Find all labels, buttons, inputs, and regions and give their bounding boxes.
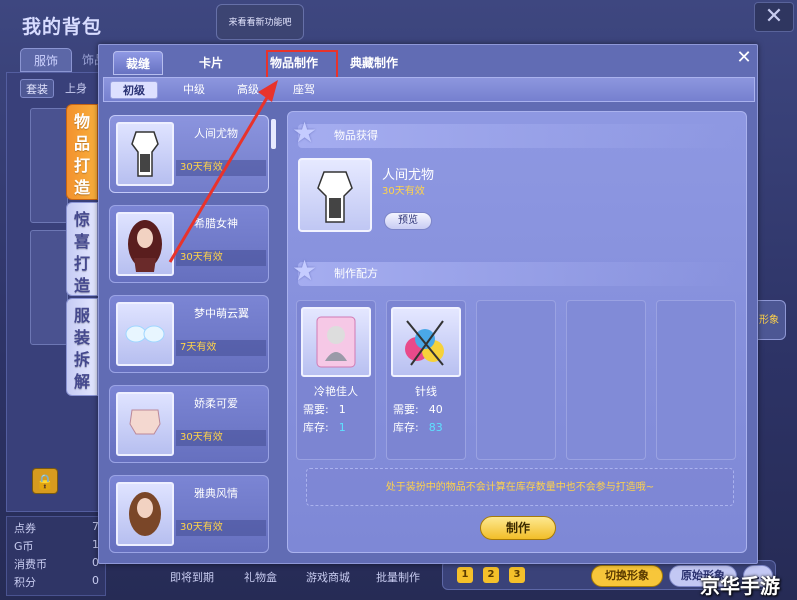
list-item[interactable]: 娇柔可爱 30天有效 (109, 385, 269, 463)
material-need: 需要: 1 (303, 401, 346, 417)
product-name: 人间尤物 (382, 168, 435, 183)
bottom-link-mall[interactable]: 游戏商城 (306, 569, 350, 585)
need-value: 40 (428, 403, 443, 416)
level-tab-mount[interactable]: 座驾 (280, 81, 328, 99)
item-thumbnail (116, 302, 174, 366)
item-name: 雅典风情 (194, 487, 238, 500)
list-item[interactable]: 梦中萌云翼 7天有效 (109, 295, 269, 373)
level-tab-advanced[interactable]: 高级 (224, 81, 272, 99)
list-item[interactable]: 希腊女神 30天有效 (109, 205, 269, 283)
item-name: 梦中萌云翼 (194, 307, 249, 320)
preview-button[interactable]: 预览 (384, 212, 432, 230)
recipe-list: 人间尤物 30天有效 希腊女神 30天有效 梦中萌云翼 7天有效 娇柔可爱 30… (107, 109, 275, 559)
item-validity: 30天有效 (176, 520, 266, 536)
item-validity: 30天有效 (176, 430, 266, 446)
list-scrollbar[interactable] (271, 119, 276, 149)
notice-text: 处于装扮中的物品不会计算在库存数量中也不会参与打造哦~ (306, 468, 734, 506)
list-item[interactable]: 雅典风情 30天有效 (109, 475, 269, 553)
bottom-link-batch-make[interactable]: 批量制作 (376, 569, 420, 585)
stat-label: G币 (14, 540, 34, 553)
tab-tailor[interactable]: 裁缝 (113, 51, 163, 75)
make-button[interactable]: 制作 (480, 516, 556, 540)
section-header-obtain: ★ 物品获得 (292, 118, 738, 148)
recipe-detail-panel: ★ 物品获得 人间尤物 30天有效 预览 ★ 制作配方 冷艳佳人 需要: 1 库存… (287, 111, 747, 553)
item-validity: 30天有效 (176, 250, 266, 266)
stat-label: 积分 (14, 576, 36, 589)
star-icon: ★ (292, 116, 318, 149)
bag-close-button[interactable]: ✕ (754, 2, 794, 32)
empty-material-slot (656, 300, 736, 460)
craft-tab-bar: 裁缝 卡片 物品制作 典藏制作 (105, 49, 435, 82)
tab-collection-making[interactable]: 典藏制作 (343, 51, 405, 75)
stock-value: 1 (338, 421, 346, 434)
item-validity: 30天有效 (176, 160, 266, 176)
level-tab-basic[interactable]: 初级 (110, 81, 158, 99)
product-image[interactable] (298, 158, 372, 232)
bag-tab-clothes[interactable]: 服饰 (20, 48, 72, 72)
vtab-label: 物品打造 (74, 112, 91, 197)
stat-value: 0 (92, 574, 99, 587)
vtab-clothes-dismantle[interactable]: 服装拆解 (66, 298, 98, 396)
product-validity: 30天有效 (382, 186, 425, 197)
switch-look-button[interactable]: 切换形象 (591, 565, 663, 587)
section-title: 物品获得 (334, 129, 378, 142)
item-thumbnail (116, 122, 174, 186)
outfit-slot-3[interactable]: 3 (509, 567, 525, 583)
empty-material-slot (476, 300, 556, 460)
material-stock: 库存: 1 (303, 419, 346, 435)
outfit-slot-1[interactable]: 1 (457, 567, 473, 583)
material-name: 冷艳佳人 (314, 385, 358, 398)
new-feature-label: 来看看新功能吧 (228, 18, 292, 28)
vtab-label: 服装拆解 (74, 306, 91, 391)
item-thumbnail (116, 482, 174, 546)
item-name: 人间尤物 (194, 127, 238, 140)
bottom-link-gift-box[interactable]: 礼物盒 (244, 569, 277, 585)
new-feature-button[interactable]: 来看看新功能吧 (216, 4, 304, 40)
item-validity: 7天有效 (176, 340, 266, 356)
watermark: 京华手游 (700, 574, 780, 598)
material-stock: 库存: 83 (393, 419, 443, 435)
stock-label: 库存: (393, 421, 419, 434)
need-label: 需要: (303, 403, 329, 416)
material-name: 针线 (415, 385, 437, 398)
level-tab-bar: 初级 中级 高级 座驾 (103, 77, 755, 102)
material-need: 需要: 40 (393, 401, 443, 417)
empty-material-slot (566, 300, 646, 460)
bag-title: 我的背包 (22, 16, 103, 38)
item-name: 娇柔可爱 (194, 397, 238, 410)
material-slot[interactable]: 针线 需要: 40 库存: 83 (386, 300, 466, 460)
need-label: 需要: (393, 403, 419, 416)
item-name: 希腊女神 (194, 217, 238, 230)
stat-label: 点券 (14, 522, 36, 535)
bag-slot[interactable] (30, 108, 68, 223)
vtab-surprise-forge[interactable]: 惊喜打造 (66, 202, 98, 296)
stock-value: 83 (428, 421, 443, 434)
need-value: 1 (338, 403, 346, 416)
tab-card[interactable]: 卡片 (191, 51, 231, 75)
stock-label: 库存: (303, 421, 329, 434)
vtab-item-forge[interactable]: 物品打造 (66, 104, 98, 200)
list-item[interactable]: 人间尤物 30天有效 (109, 115, 269, 193)
bag-subtab-top[interactable]: 上身 (62, 79, 90, 98)
section-title: 制作配方 (334, 267, 378, 280)
bag-slot[interactable] (30, 230, 68, 345)
lock-icon[interactable]: 🔒 (32, 468, 58, 494)
outfit-slot-2[interactable]: 2 (483, 567, 499, 583)
section-header-recipe: ★ 制作配方 (292, 256, 738, 286)
vtab-label: 惊喜打造 (74, 210, 91, 295)
material-image (391, 307, 461, 377)
item-thumbnail (116, 392, 174, 456)
crafting-window: 裁缝 卡片 物品制作 典藏制作 ✕ 初级 中级 高级 座驾 人间尤物 30天有效… (98, 44, 758, 564)
craft-close-button[interactable]: ✕ (735, 49, 753, 67)
level-tab-intermediate[interactable]: 中级 (170, 81, 218, 99)
material-image (301, 307, 371, 377)
bottom-link-expiring[interactable]: 即将到期 (170, 569, 214, 585)
item-thumbnail (116, 212, 174, 276)
stat-label: 消费币 (14, 558, 47, 571)
material-slot[interactable]: 冷艳佳人 需要: 1 库存: 1 (296, 300, 376, 460)
bag-subtab-suit[interactable]: 套装 (20, 79, 54, 98)
star-icon: ★ (292, 254, 318, 287)
